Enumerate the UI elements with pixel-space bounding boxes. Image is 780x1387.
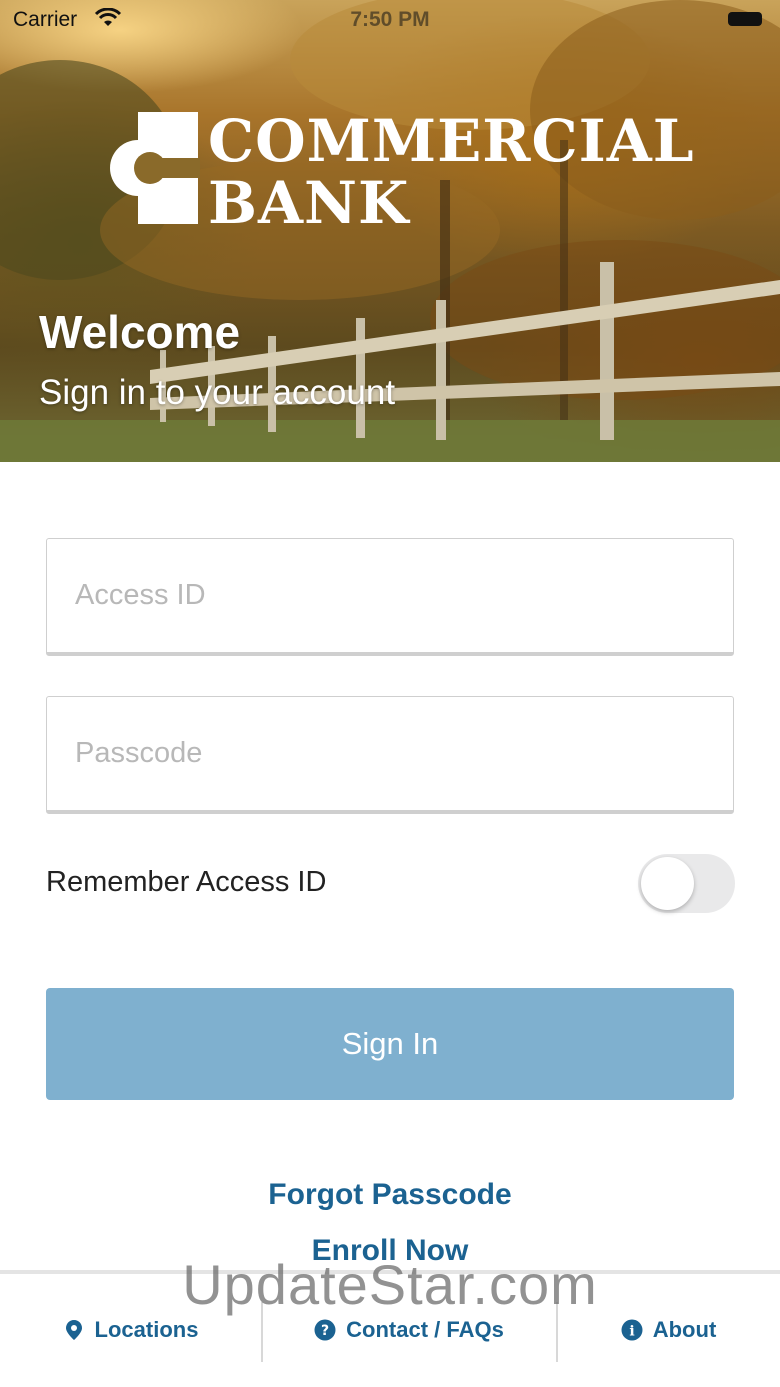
sign-in-button[interactable]: Sign In bbox=[46, 988, 734, 1100]
battery-icon bbox=[728, 12, 762, 26]
welcome-title: Welcome bbox=[39, 306, 241, 358]
bank-logo-mark-icon bbox=[110, 112, 200, 224]
tab-contact-faqs-label: Contact / FAQs bbox=[346, 1317, 504, 1342]
access-id-field[interactable] bbox=[46, 538, 734, 656]
enroll-now-link[interactable]: Enroll Now bbox=[0, 1234, 780, 1268]
logo-line-commercial: COMMERCIAL bbox=[208, 107, 695, 175]
tab-locations-label: Locations bbox=[94, 1317, 199, 1342]
tab-locations[interactable]: Locations bbox=[0, 1300, 261, 1360]
logo-line-bank: BANK bbox=[208, 169, 410, 237]
passcode-input[interactable] bbox=[47, 697, 733, 810]
svg-text:i: i bbox=[629, 1324, 634, 1340]
hero-banner: Carrier 7:50 PM COMMERCIAL BANK Welcome … bbox=[0, 0, 780, 462]
map-pin-icon bbox=[65, 1320, 82, 1340]
forgot-passcode-link[interactable]: Forgot Passcode bbox=[0, 1178, 780, 1212]
info-circle-icon: i bbox=[621, 1319, 643, 1341]
question-circle-icon: ? bbox=[314, 1319, 336, 1341]
welcome-subtitle: Sign in to your account bbox=[39, 373, 396, 412]
bank-logo: COMMERCIAL BANK bbox=[110, 112, 694, 232]
bottom-tab-bar: Locations ? Contact / FAQs i About bbox=[0, 1270, 780, 1387]
remember-access-id-label: Remember Access ID bbox=[46, 866, 327, 898]
tab-about[interactable]: i About bbox=[557, 1300, 780, 1360]
remember-access-id-toggle[interactable] bbox=[638, 854, 735, 913]
tab-contact-faqs[interactable]: ? Contact / FAQs bbox=[262, 1300, 556, 1360]
toggle-knob bbox=[641, 857, 694, 910]
clock-label: 7:50 PM bbox=[350, 8, 430, 31]
svg-text:?: ? bbox=[321, 1323, 329, 1339]
status-bar: Carrier 7:50 PM bbox=[0, 0, 780, 40]
access-id-input[interactable] bbox=[47, 539, 733, 652]
passcode-field[interactable] bbox=[46, 696, 734, 814]
tab-about-label: About bbox=[652, 1317, 717, 1342]
